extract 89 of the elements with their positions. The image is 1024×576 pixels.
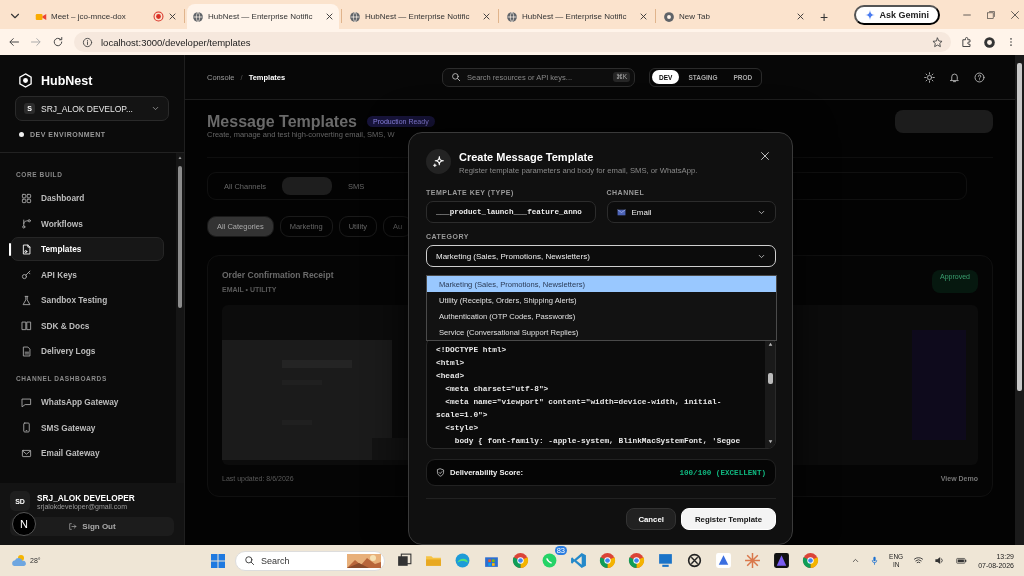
brand-name: HubNest [41, 73, 93, 88]
puzzle-icon[interactable] [961, 36, 973, 48]
scrollbar[interactable] [176, 153, 184, 483]
search-icon [244, 555, 255, 566]
star-icon[interactable] [932, 36, 943, 48]
scrollbar[interactable] [1015, 55, 1024, 545]
nav-item[interactable]: WhatsApp Gateway [11, 390, 164, 414]
chrome-icon[interactable] [598, 552, 616, 569]
key-icon [21, 269, 32, 280]
mail-icon [21, 447, 32, 459]
nav-item[interactable]: Workflows [11, 211, 164, 236]
new-tab-button[interactable]: + [812, 4, 837, 29]
microphone-icon[interactable] [870, 555, 880, 566]
phone-icon [21, 422, 32, 433]
code-editor-icon[interactable] [569, 552, 587, 569]
chrome-icon[interactable] [627, 552, 645, 569]
shield-icon [436, 468, 445, 477]
monitor-icon[interactable] [656, 552, 674, 569]
browser-tab[interactable]: HubNest — Enterprise Notific [187, 4, 339, 29]
chrome-icon[interactable] [511, 552, 529, 569]
nav-item[interactable]: API Keys [11, 262, 164, 287]
nav-item[interactable]: SMS Gateway [11, 415, 164, 440]
taskbar-search[interactable]: Search [235, 550, 385, 571]
browser-tab[interactable]: HubNest — Enterprise Notific [344, 4, 496, 29]
envelope-icon [616, 207, 626, 217]
sun-icon[interactable] [924, 71, 935, 83]
globe-icon [506, 10, 518, 23]
close-icon[interactable] [1010, 9, 1020, 20]
globe-icon [349, 10, 361, 23]
back-icon[interactable] [8, 36, 20, 48]
scroll-up-icon[interactable] [177, 155, 183, 160]
document-icon [21, 345, 32, 357]
user-name: SRJ_ALOK DEVELOPER [37, 492, 135, 503]
card-title: Order Confirmation Receipt [222, 270, 334, 280]
assistant-badge[interactable]: N [12, 512, 36, 536]
task-view-icon[interactable] [395, 552, 413, 569]
close-icon[interactable] [325, 12, 334, 21]
nav-item[interactable]: SDK & Docs [11, 313, 164, 338]
profile-icon[interactable] [983, 35, 996, 49]
browser-icon[interactable] [453, 552, 471, 569]
help-icon[interactable] [974, 71, 985, 83]
close-icon[interactable] [482, 12, 491, 21]
page-title: Message Templates [207, 112, 357, 131]
chevron-down-icon [151, 104, 160, 113]
branch-icon [21, 218, 32, 229]
scroll-down-icon[interactable] [766, 439, 774, 445]
info-icon[interactable] [82, 36, 93, 48]
close-icon[interactable] [168, 12, 177, 21]
chrome-icon[interactable] [801, 552, 819, 569]
sparkle-icon [865, 9, 876, 20]
browser-tab[interactable]: New Tab [658, 4, 810, 29]
close-icon[interactable] [760, 151, 770, 161]
search-icon [451, 72, 461, 82]
sign-out-icon [68, 522, 78, 531]
dialog-title: Create Message Template [459, 151, 595, 163]
flask-icon [21, 294, 32, 306]
browser-tab[interactable]: HubNest — Enterprise Notific [501, 4, 653, 29]
browser-tab[interactable]: Meet – jco-mnce-dox [30, 4, 182, 29]
globe-icon [192, 10, 204, 23]
status-dot [19, 132, 24, 137]
select-field[interactable]: Email [606, 201, 776, 223]
grid-icon [21, 192, 32, 204]
close-icon[interactable] [796, 12, 805, 21]
browser-logo-icon [663, 10, 675, 23]
close-icon[interactable] [639, 12, 648, 21]
bell-icon[interactable] [949, 71, 960, 83]
start-icon[interactable] [210, 552, 226, 569]
nav-item[interactable]: Email Gateway [11, 441, 164, 465]
ask-gemini-button[interactable]: Ask Gemini [854, 4, 940, 25]
battery-icon[interactable] [955, 555, 969, 566]
scrollbar[interactable] [765, 338, 775, 448]
triangle-logo-icon[interactable] [772, 552, 790, 569]
address-bar[interactable]: localhost:3000/developer/templates [74, 32, 951, 52]
file-icon [21, 243, 32, 255]
starburst-icon[interactable] [743, 552, 761, 569]
chevron-up-icon[interactable] [851, 556, 861, 565]
nav-item[interactable]: Delivery Logs [11, 339, 164, 363]
speaker-icon[interactable] [934, 555, 946, 566]
select-field[interactable]: Marketing (Sales, Promotions, Newsletters) [426, 245, 776, 267]
nav-item[interactable]: Dashboard [11, 186, 164, 210]
chat-icon [21, 396, 32, 408]
nav-item[interactable]: Sandbox Testing [11, 288, 164, 312]
reload-icon[interactable] [52, 36, 64, 48]
hexagon-logo-icon [18, 73, 33, 88]
wifi-icon[interactable] [913, 555, 925, 566]
sparkle-icon [432, 155, 445, 168]
book-icon [21, 320, 32, 331]
maximize-icon[interactable] [986, 9, 996, 20]
nav-item[interactable]: Templates [11, 237, 164, 261]
